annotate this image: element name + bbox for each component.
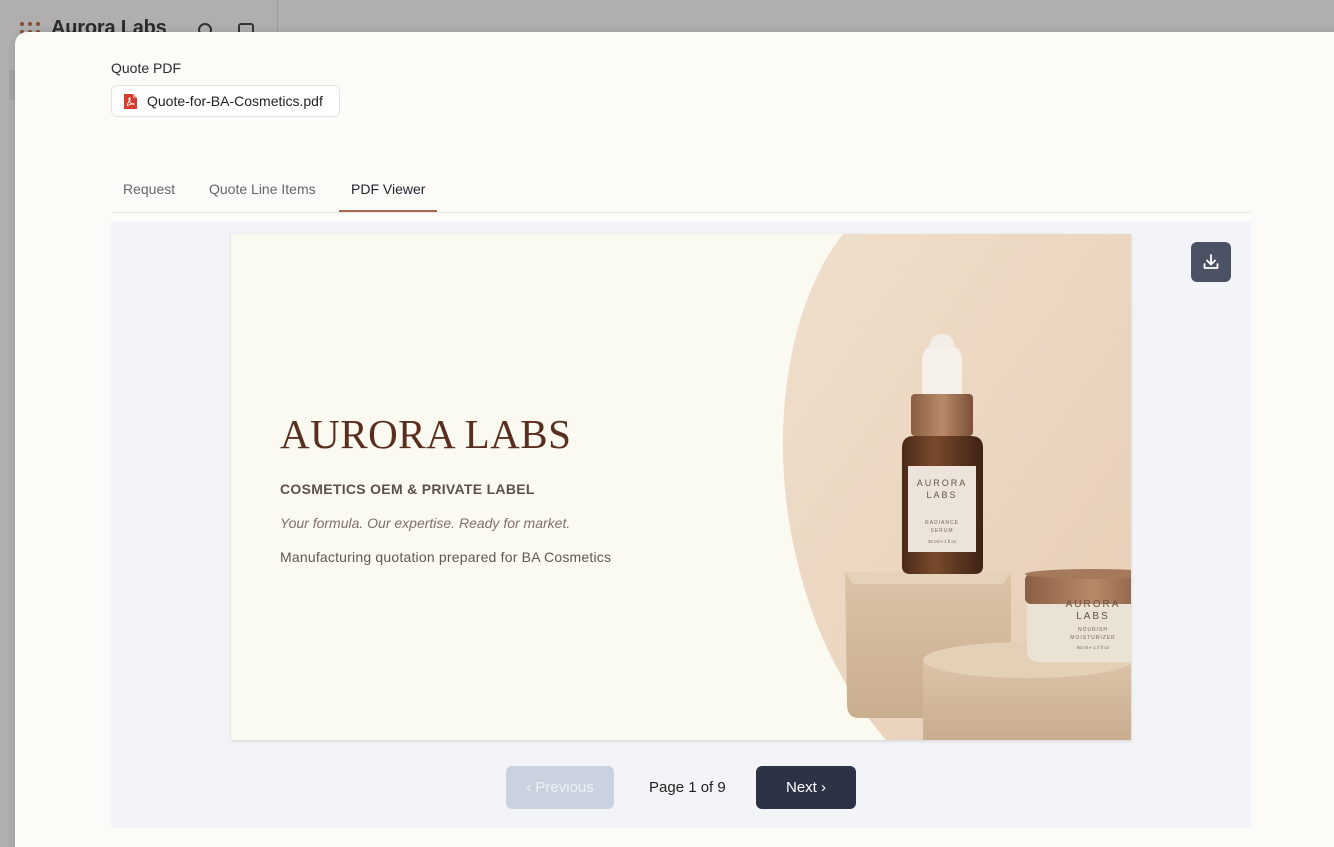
jar-label-brand-2: LABS — [1076, 611, 1110, 622]
bottle-label-product-2: SERUM — [930, 528, 953, 534]
next-page-button[interactable]: Next › — [756, 766, 856, 809]
page-note: Manufacturing quotation prepared for BA … — [280, 549, 612, 565]
tab-request[interactable]: Request — [111, 181, 187, 212]
bottle-label-brand-2: LABS — [926, 490, 957, 500]
pdf-page: AURORA LABS COSMETICS OEM & PRIVATE LABE… — [231, 234, 1131, 740]
tab-quote-line-items[interactable]: Quote Line Items — [197, 181, 328, 212]
bottle-label-size: 30 ml ℮ 1 fl oz — [928, 539, 957, 544]
page-indicator: Page 1 of 9 — [649, 779, 726, 796]
previous-page-button[interactable]: ‹ Previous — [506, 766, 614, 809]
jar-label-brand-1: AURORA — [1066, 599, 1121, 610]
product-photo: AURORA LABS RADIANCE SERUM 30 ml ℮ 1 fl … — [782, 234, 1131, 740]
bottle-label-brand-1: AURORA — [917, 478, 968, 488]
tab-pdf-viewer[interactable]: PDF Viewer — [339, 181, 438, 212]
bottle-label-product-1: RADIANCE — [925, 520, 959, 526]
quote-modal: Quote PDF Quote-for-BA-Cosmetics.pdf Req… — [15, 32, 1334, 847]
download-button[interactable] — [1191, 242, 1231, 282]
tab-bar: Request Quote Line Items PDF Viewer — [111, 167, 1251, 213]
jar-label-product-1: NOURISH — [1078, 627, 1108, 633]
pdf-viewer: AURORA LABS COSMETICS OEM & PRIVATE LABE… — [111, 222, 1251, 828]
page-subtitle: COSMETICS OEM & PRIVATE LABEL — [280, 481, 535, 497]
download-icon — [1203, 254, 1219, 269]
pdf-file-name: Quote-for-BA-Cosmetics.pdf — [147, 93, 323, 109]
jar-label-product-2: MOISTURIZER — [1070, 635, 1115, 641]
pdf-file-chip[interactable]: Quote-for-BA-Cosmetics.pdf — [111, 85, 340, 117]
background-app-header: Aurora Labs — [0, 0, 278, 39]
quote-pdf-label: Quote PDF — [111, 60, 182, 76]
page-brand-title: AURORA LABS — [280, 411, 572, 457]
pdf-pager: ‹ Previous Page 1 of 9 Next › — [111, 766, 1251, 809]
page-tagline: Your formula. Our expertise. Ready for m… — [280, 515, 571, 531]
jar-label-size: 50 ml ℮ 1.7 fl oz — [1077, 645, 1110, 650]
pdf-file-icon — [124, 93, 137, 109]
